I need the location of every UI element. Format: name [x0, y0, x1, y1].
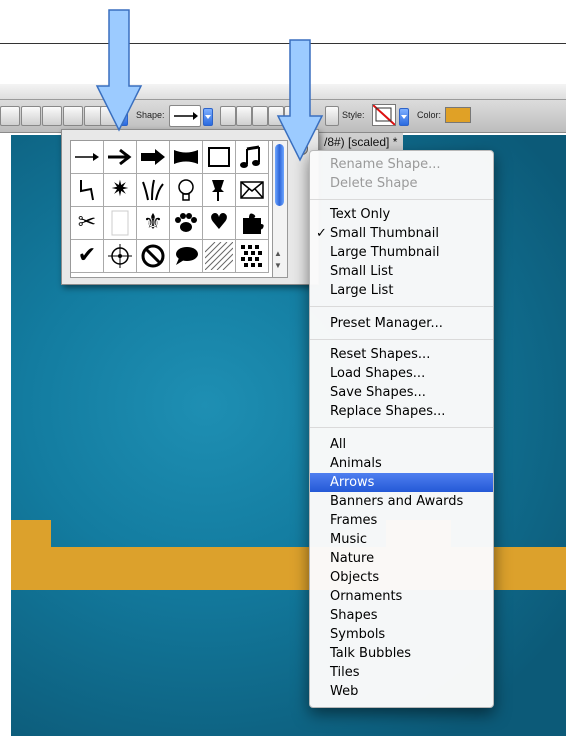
grass-icon	[142, 179, 164, 201]
shape-thumb[interactable]	[137, 174, 170, 207]
shape-thumb[interactable]	[170, 240, 203, 273]
menu-item-objects[interactable]: Objects	[310, 568, 493, 587]
envelope-icon	[240, 181, 264, 199]
shape-thumb[interactable]: ⚜	[137, 207, 170, 240]
shape-thumb[interactable]	[203, 141, 236, 174]
menu-item-frames[interactable]: Frames	[310, 511, 493, 530]
shape-thumb[interactable]	[104, 207, 137, 240]
lightning-icon	[80, 180, 94, 201]
music-note-icon	[240, 145, 260, 168]
rounded-rectangle-tool-icon[interactable]	[21, 106, 41, 126]
shape-thumb[interactable]	[71, 141, 104, 174]
annotation-arrow-icon	[95, 9, 143, 132]
speech-bubble-icon	[176, 247, 198, 265]
menu-item-shapes[interactable]: Shapes	[310, 606, 493, 625]
blank-page-icon	[111, 210, 129, 236]
lightbulb-icon	[178, 179, 194, 201]
ellipse-tool-icon[interactable]	[42, 106, 62, 126]
document-title: /8#) [scaled] *	[318, 133, 404, 151]
no-style-icon	[373, 105, 395, 125]
annotation-arrow-icon	[276, 39, 324, 162]
pushpin-icon	[212, 180, 224, 201]
shape-thumb[interactable]	[236, 240, 269, 273]
menu-item-delete-shape: Delete Shape	[330, 176, 418, 191]
color-swatch[interactable]	[445, 107, 471, 123]
menu-item-ornaments[interactable]: Ornaments	[310, 587, 493, 606]
crosshair-icon	[108, 244, 132, 268]
puzzle-piece-icon	[243, 213, 264, 234]
menu-item-nature[interactable]: Nature	[310, 549, 493, 568]
shape-thumb[interactable]: ✔	[71, 240, 104, 273]
menu-item-reset-shapes[interactable]: Reset Shapes...	[310, 345, 493, 364]
shape-thumb[interactable]: ♥	[203, 207, 236, 240]
arrow-medium-icon	[108, 148, 132, 166]
shape-dropdown-arrow[interactable]	[203, 108, 213, 126]
menu-item-banners-and-awards[interactable]: Banners and Awards	[310, 492, 493, 511]
menu-item-save-shapes[interactable]: Save Shapes...	[310, 383, 493, 402]
shape-thumb[interactable]	[236, 141, 269, 174]
frame-rough-icon	[208, 147, 230, 167]
menu-item-tiles[interactable]: Tiles	[310, 663, 493, 682]
menu-item-load-shapes[interactable]: Load Shapes...	[310, 364, 493, 383]
shape-thumb[interactable]	[203, 174, 236, 207]
checkmark-icon: ✓	[316, 226, 327, 241]
menu-separator	[310, 199, 493, 200]
link-icon[interactable]	[325, 106, 339, 126]
add-to-shape-icon[interactable]	[236, 106, 252, 126]
line-tool-icon[interactable]	[63, 106, 83, 126]
shape-panel-menu: Rename Shape... Delete Shape Text Only ✓…	[309, 150, 494, 708]
menu-item-large-thumbnail[interactable]: Large Thumbnail	[310, 243, 493, 262]
menu-item-small-list[interactable]: Small List	[310, 262, 493, 281]
shape-thumb[interactable]	[170, 141, 203, 174]
style-dropdown-arrow[interactable]	[399, 108, 409, 126]
menu-item-preset-manager[interactable]: Preset Manager...	[310, 314, 493, 333]
shape-thumb[interactable]	[170, 174, 203, 207]
scroll-down-icon[interactable]: ▼	[274, 261, 282, 270]
shape-thumb[interactable]	[71, 174, 104, 207]
menu-separator	[310, 339, 493, 340]
shape-thumbnail-grid: ✷ ✂ ⚜ ♥ ✔	[70, 140, 273, 278]
style-label: Style:	[342, 110, 365, 120]
menu-separator	[310, 427, 493, 428]
dog-paw-icon	[175, 213, 197, 232]
arrow-thin-icon	[75, 153, 99, 161]
arrow-bold-icon	[141, 149, 165, 165]
shape-thumb[interactable]	[137, 141, 170, 174]
subtract-shape-icon[interactable]	[252, 106, 268, 126]
scroll-up-icon[interactable]: ▲	[274, 249, 282, 258]
style-swatch[interactable]	[372, 104, 396, 126]
shape-preview[interactable]	[169, 105, 201, 127]
menu-item-music[interactable]: Music	[310, 530, 493, 549]
menu-item-small-thumbnail[interactable]: ✓ Small Thumbnail	[310, 224, 493, 243]
menu-item-animals[interactable]: Animals	[310, 454, 493, 473]
menu-item-replace-shapes[interactable]: Replace Shapes...	[310, 402, 493, 421]
menu-separator	[310, 306, 493, 307]
rectangle-tool-icon[interactable]	[0, 106, 20, 126]
menu-item-talk-bubbles[interactable]: Talk Bubbles	[310, 644, 493, 663]
color-label: Color:	[417, 110, 442, 120]
new-shape-layer-icon[interactable]	[220, 106, 236, 126]
menu-item-text-only[interactable]: Text Only	[310, 205, 493, 224]
shape-thumb[interactable]: ✷	[104, 174, 137, 207]
shape-thumb[interactable]	[104, 141, 137, 174]
menu-item-arrows[interactable]: Arrows	[310, 473, 493, 492]
no-symbol-icon	[141, 244, 165, 268]
shape-thumb[interactable]	[236, 174, 269, 207]
menu-item-large-list[interactable]: Large List	[310, 281, 493, 300]
shape-thumb[interactable]	[170, 207, 203, 240]
shape-thumb[interactable]	[203, 240, 236, 273]
shape-thumb[interactable]	[236, 207, 269, 240]
menu-item-symbols[interactable]: Symbols	[310, 625, 493, 644]
menu-item-label: Small Thumbnail	[330, 226, 440, 241]
banner-icon	[174, 150, 198, 164]
menu-item-web[interactable]: Web	[310, 682, 493, 701]
shape-thumb[interactable]	[104, 240, 137, 273]
arrow-preview-icon	[174, 112, 198, 120]
dot-tile-icon	[241, 245, 262, 267]
diagonal-tile-icon	[205, 242, 233, 270]
menu-item-all[interactable]: All	[310, 435, 493, 454]
shape-thumb[interactable]	[137, 240, 170, 273]
menu-item-rename-shape: Rename Shape...	[330, 157, 441, 172]
shape-thumb[interactable]: ✂	[71, 207, 104, 240]
